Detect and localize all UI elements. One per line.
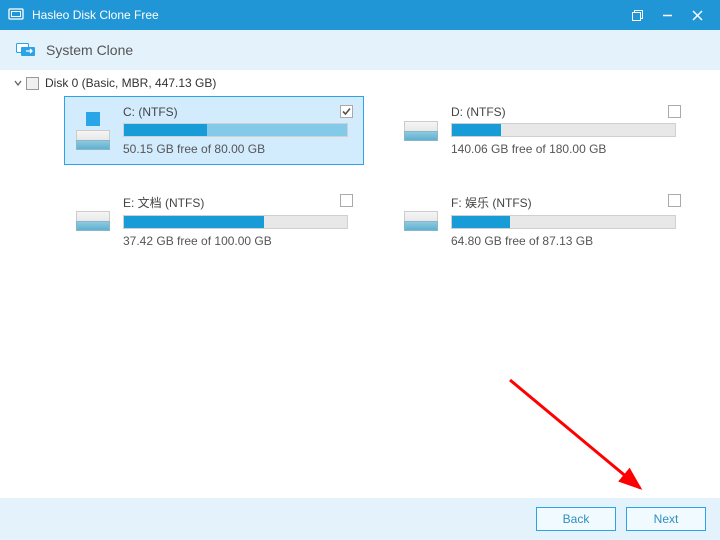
- disk-row[interactable]: Disk 0 (Basic, MBR, 447.13 GB): [12, 76, 708, 90]
- disk-label: Disk 0 (Basic, MBR, 447.13 GB): [45, 76, 216, 90]
- partition-free-text: 140.06 GB free of 180.00 GB: [451, 142, 683, 156]
- partition-label: C: (NTFS): [123, 105, 355, 119]
- back-button[interactable]: Back: [536, 507, 616, 531]
- partition-icon-wrap: [401, 194, 441, 248]
- partition-free-text: 50.15 GB free of 80.00 GB: [123, 142, 355, 156]
- partition-checkbox[interactable]: [340, 105, 353, 118]
- mode-title: System Clone: [46, 42, 133, 58]
- usage-bar: [451, 123, 676, 137]
- partition-free-text: 64.80 GB free of 87.13 GB: [451, 234, 683, 248]
- app-title: Hasleo Disk Clone Free: [32, 8, 159, 22]
- drive-icon: [404, 121, 438, 141]
- next-button[interactable]: Next: [626, 507, 706, 531]
- partition-checkbox[interactable]: [668, 194, 681, 207]
- partition-label: D: (NTFS): [451, 105, 683, 119]
- partition-label: E: 文档 (NTFS): [123, 194, 355, 211]
- partition-checkbox[interactable]: [340, 194, 353, 207]
- titlebar: Hasleo Disk Clone Free: [0, 0, 720, 30]
- partition-card[interactable]: C: (NTFS) 50.15 GB free of 80.00 GB: [64, 96, 364, 165]
- expand-caret-icon[interactable]: [12, 76, 24, 90]
- partition-info: E: 文档 (NTFS) 37.42 GB free of 100.00 GB: [123, 194, 355, 248]
- minimize-button[interactable]: [652, 0, 682, 30]
- partition-card[interactable]: E: 文档 (NTFS) 37.42 GB free of 100.00 GB: [64, 185, 364, 257]
- usage-bar: [451, 215, 676, 229]
- windows-flag-icon: [86, 112, 100, 126]
- restore-window-button[interactable]: [622, 0, 652, 30]
- partition-info: C: (NTFS) 50.15 GB free of 80.00 GB: [123, 105, 355, 156]
- content-area: Disk 0 (Basic, MBR, 447.13 GB) C: (NTFS)…: [0, 70, 720, 498]
- mode-header: System Clone: [0, 30, 720, 70]
- usage-bar: [123, 123, 348, 137]
- partition-free-text: 37.42 GB free of 100.00 GB: [123, 234, 355, 248]
- partition-card[interactable]: F: 娱乐 (NTFS) 64.80 GB free of 87.13 GB: [392, 185, 692, 257]
- disk-checkbox[interactable]: [26, 77, 39, 90]
- footer-bar: Back Next: [0, 498, 720, 540]
- usage-bar: [123, 215, 348, 229]
- drive-icon: [404, 211, 438, 231]
- partition-grid: C: (NTFS) 50.15 GB free of 80.00 GB D: (NT…: [64, 96, 708, 257]
- app-icon: [8, 7, 24, 23]
- partition-card[interactable]: D: (NTFS) 140.06 GB free of 180.00 GB: [392, 96, 692, 165]
- partition-icon-wrap: [73, 105, 113, 156]
- partition-icon-wrap: [73, 194, 113, 248]
- drive-icon: [76, 130, 110, 150]
- partition-info: F: 娱乐 (NTFS) 64.80 GB free of 87.13 GB: [451, 194, 683, 248]
- system-clone-icon: [16, 43, 36, 57]
- close-button[interactable]: [682, 0, 712, 30]
- partition-info: D: (NTFS) 140.06 GB free of 180.00 GB: [451, 105, 683, 156]
- partition-checkbox[interactable]: [668, 105, 681, 118]
- partition-label: F: 娱乐 (NTFS): [451, 194, 683, 211]
- drive-icon: [76, 211, 110, 231]
- partition-icon-wrap: [401, 105, 441, 156]
